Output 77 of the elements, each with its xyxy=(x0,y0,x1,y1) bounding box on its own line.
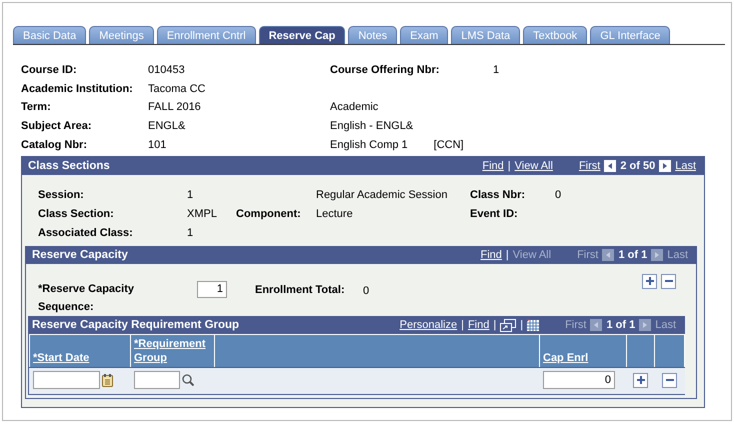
separator: | xyxy=(461,319,464,332)
field-value: English Comp 1 xyxy=(330,138,408,151)
page-counter: 2 of 50 xyxy=(620,160,656,172)
add-row-button[interactable] xyxy=(633,372,648,388)
tab[interactable]: Basic Data xyxy=(13,26,86,44)
nav-link[interactable]: Find xyxy=(480,249,502,262)
date-field[interactable] xyxy=(33,371,100,390)
nav-link[interactable]: Find xyxy=(468,319,490,332)
last-link[interactable]: Last xyxy=(675,160,696,172)
field-label: Associated Class: xyxy=(38,227,133,240)
nav-link[interactable]: View All xyxy=(514,160,553,172)
field-value: 1 xyxy=(187,189,194,202)
delete-row-button[interactable] xyxy=(662,372,677,388)
tab[interactable]: Reserve Cap xyxy=(258,26,346,44)
field-label: Class Section: xyxy=(38,208,114,220)
separator: | xyxy=(493,319,496,332)
field-value: FALL 2016 xyxy=(148,101,201,114)
sequence-field[interactable]: 1 xyxy=(197,280,227,298)
field-label: Event ID: xyxy=(470,208,518,220)
tab[interactable]: Enrollment Cntrl xyxy=(156,26,256,44)
tab[interactable]: Exam xyxy=(400,26,448,44)
plus-icon xyxy=(634,374,646,386)
field-value: Regular Academic Session xyxy=(316,189,448,202)
tab[interactable]: Meetings xyxy=(89,26,154,44)
grid-title: Reserve Capacity Requirement Group xyxy=(32,319,240,332)
delete-row-button[interactable] xyxy=(661,274,676,289)
field-label: Class Nbr: xyxy=(470,189,526,202)
tab[interactable]: GL Interface xyxy=(590,26,670,44)
last-link: Last xyxy=(667,249,688,262)
first-link: First xyxy=(565,319,586,332)
field-value: English - ENGL& xyxy=(330,120,414,132)
field-label: Subject Area: xyxy=(21,120,92,132)
field-note: [CCN] xyxy=(434,138,464,151)
nav-link: View All xyxy=(512,249,552,262)
field-value: Tacoma CC xyxy=(148,82,206,95)
calendar-icon[interactable] xyxy=(102,374,113,387)
field-label: Catalog Nbr: xyxy=(21,138,87,151)
first-link[interactable]: First xyxy=(578,160,600,172)
page-counter: 1 of 1 xyxy=(618,249,648,262)
download-grid-icon[interactable] xyxy=(527,319,540,332)
field-label: Course Offering Nbr: xyxy=(330,64,440,76)
nav-link[interactable]: Find xyxy=(482,160,504,172)
cap-enrl-field[interactable]: 0 xyxy=(543,371,615,390)
field-value: 010453 xyxy=(148,64,185,76)
tab[interactable]: LMS Data xyxy=(451,26,520,44)
field-label: Course ID: xyxy=(21,64,77,76)
add-row-button[interactable] xyxy=(642,274,657,289)
field-label: *Reserve Capacity Sequence: xyxy=(38,282,136,315)
field-value: 0 xyxy=(555,189,562,202)
separator: | xyxy=(508,160,511,172)
field-value: 1 xyxy=(187,227,194,240)
field-label: Enrollment Total: xyxy=(255,284,346,296)
first-link: First xyxy=(577,249,598,262)
tab[interactable]: Textbook xyxy=(523,26,588,44)
field-label: Component: xyxy=(236,208,301,220)
separator: | xyxy=(506,249,509,262)
field-value: 1 xyxy=(493,64,500,76)
field-value: ENGL& xyxy=(148,120,186,132)
field-label: Academic Institution: xyxy=(21,82,133,95)
nav-link[interactable]: Personalize xyxy=(400,319,458,332)
field-value: 101 xyxy=(148,138,166,151)
plus-icon xyxy=(644,275,656,288)
field-value: XMPL xyxy=(187,208,217,220)
panel-title: Reserve Capacity xyxy=(32,249,128,262)
field-label: Term: xyxy=(21,101,51,114)
field-value: Academic xyxy=(330,101,378,114)
last-link: Last xyxy=(655,319,676,332)
new-window-icon[interactable] xyxy=(500,318,516,332)
separator: | xyxy=(520,319,524,332)
field-value: 0 xyxy=(363,284,370,297)
tab[interactable]: Notes xyxy=(348,26,398,44)
lookup-field[interactable] xyxy=(134,371,180,390)
field-label: Session: xyxy=(38,189,84,202)
page-counter: 1 of 1 xyxy=(606,319,636,332)
panel-title: Class Sections xyxy=(28,160,110,172)
field-value: Lecture xyxy=(316,208,353,220)
search-icon[interactable] xyxy=(182,374,194,386)
